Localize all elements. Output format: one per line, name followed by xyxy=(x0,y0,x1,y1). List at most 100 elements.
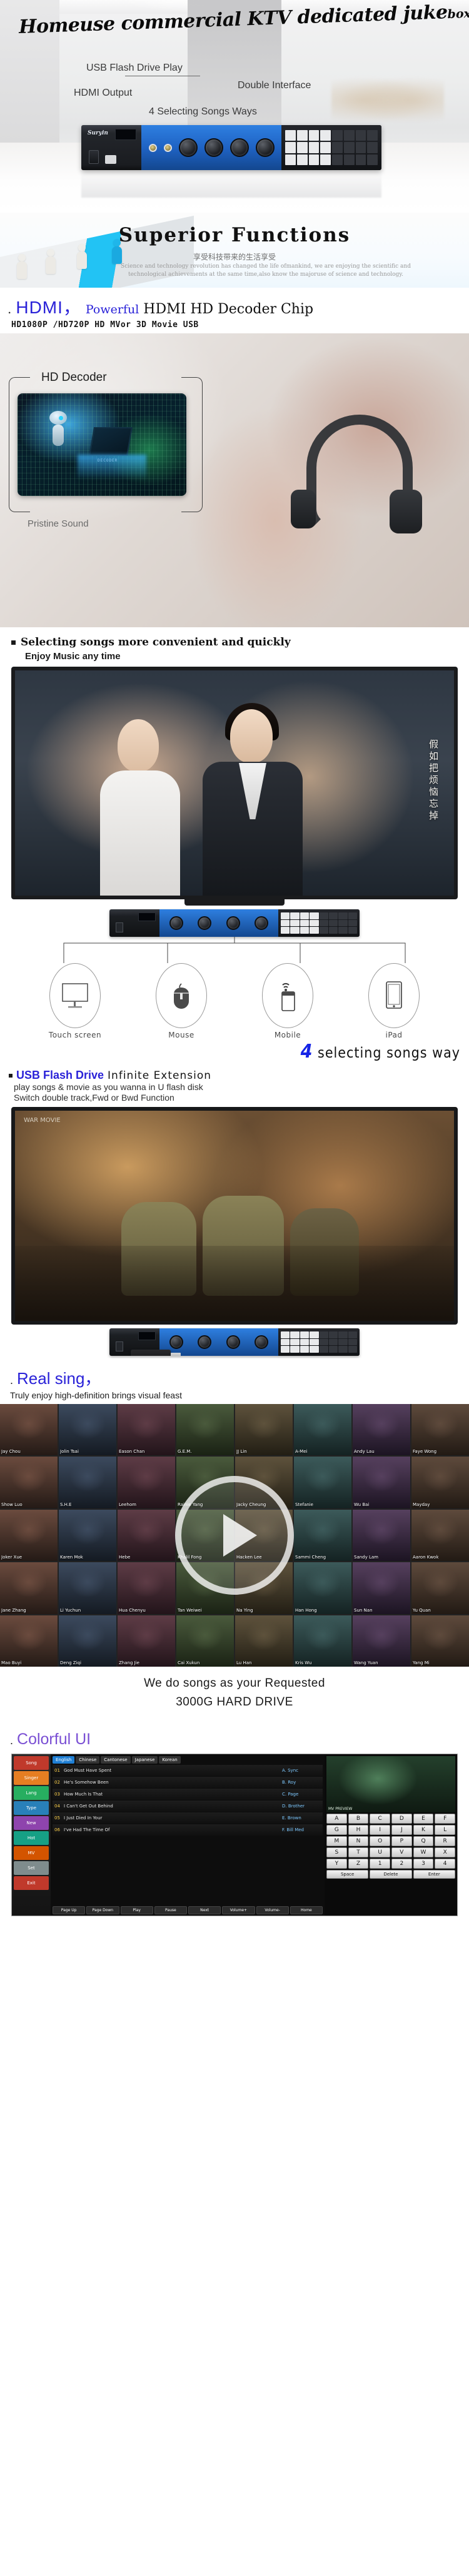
ui-keyboard-key[interactable]: 3 xyxy=(413,1859,434,1869)
ui-toolbar-button[interactable]: Play xyxy=(120,1906,153,1914)
ui-toolbar-button[interactable]: Home xyxy=(290,1906,323,1914)
ui-toolbar-button[interactable]: Pause xyxy=(154,1906,187,1914)
input-method-ipad: iPad xyxy=(350,963,438,1039)
feature-hdmi-output: HDMI Output xyxy=(74,88,133,98)
ui-keyboard-key[interactable]: X xyxy=(435,1847,455,1857)
tv-showcase-2: WAR MOVIE xyxy=(11,1107,458,1356)
ui-category-button[interactable]: Set xyxy=(14,1861,49,1875)
real-sing-bullet-dot: . xyxy=(10,1374,14,1386)
ui-category-button[interactable]: Type xyxy=(14,1801,49,1815)
ui-song-row[interactable]: 04 I Can't Get Out Behind D. Brother xyxy=(53,1801,323,1812)
celebrity-thumbnail: Stefanie xyxy=(294,1457,351,1508)
ui-song-list[interactable]: 01 God Must Have Spent A. Sync 02 He's Someh… xyxy=(53,1765,323,1914)
celebrity-thumbnail-grid: Jay Chou Jolin Tsai Eason Chan G.E.M. JJ Lin… xyxy=(0,1404,469,1667)
celebrity-thumbnail: Yang Mi xyxy=(411,1615,469,1667)
ui-keyboard-key[interactable]: D xyxy=(391,1814,412,1824)
ui-language-tab[interactable]: Korean xyxy=(159,1756,181,1764)
headphone-earcup-right xyxy=(390,490,422,533)
ui-song-row[interactable]: 05 I Just Died In Your E. Brown xyxy=(53,1812,323,1824)
ui-keyboard-key[interactable]: P xyxy=(391,1836,412,1846)
ui-toolbar-button[interactable]: Page Down xyxy=(86,1906,119,1914)
ui-keyboard-key[interactable]: Z xyxy=(348,1859,369,1869)
celebrity-name: Mayday xyxy=(413,1502,430,1507)
ui-song-row[interactable]: 06 I've Had The Time Of F. Bill Med xyxy=(53,1824,323,1836)
ui-toolbar-button[interactable]: Volume- xyxy=(256,1906,289,1914)
ui-keyboard-key[interactable]: G xyxy=(326,1825,347,1835)
ui-song-row[interactable]: 01 God Must Have Spent A. Sync xyxy=(53,1765,323,1776)
ui-category-sidebar[interactable]: Song Singer Lang Type New Hot MV Set Exit xyxy=(12,1754,51,1916)
ui-keyboard-key[interactable]: U xyxy=(370,1847,390,1857)
celebrity-thumbnail: Hua Chenyu xyxy=(118,1562,175,1614)
ui-keyboard-key[interactable]: R xyxy=(435,1836,455,1846)
ui-language-tabs[interactable]: English Chinese Cantonese Japanese Korean xyxy=(53,1756,323,1764)
ui-keyboard-key[interactable]: T xyxy=(348,1847,369,1857)
ui-keyboard-key-wide[interactable]: Space xyxy=(326,1870,369,1879)
enjoy-music-subtitle: Enjoy Music any time xyxy=(25,651,121,662)
ui-song-row[interactable]: 02 He's Somehow Been B. Roy xyxy=(53,1777,323,1788)
celebrity-name: Show Luo xyxy=(1,1502,23,1507)
ui-keyboard-key[interactable]: J xyxy=(391,1825,412,1835)
ui-song-row[interactable]: 03 How Much Is That C. Page xyxy=(53,1789,323,1800)
ui-video-preview[interactable]: MV PREVIEW xyxy=(326,1756,455,1812)
ui-category-button[interactable]: Lang xyxy=(14,1786,49,1800)
ui-language-tab[interactable]: English xyxy=(53,1756,75,1764)
ui-language-tab[interactable]: Cantonese xyxy=(101,1756,131,1764)
ui-category-button[interactable]: Song xyxy=(14,1756,49,1770)
ui-onscreen-keyboard[interactable]: A B C D E F G H I J K L M N O P Q R S T U V W X Y Z 1 2 3 4 Space Delet… xyxy=(326,1814,455,1914)
celebrity-name: JJ Lin xyxy=(236,1449,247,1455)
play-icon xyxy=(223,1514,257,1557)
ui-category-button[interactable]: Singer xyxy=(14,1771,49,1785)
ui-keyboard-key[interactable]: E xyxy=(413,1814,434,1824)
ui-keyboard-key[interactable]: 2 xyxy=(391,1859,412,1869)
ui-toolbar-button[interactable]: Next xyxy=(188,1906,221,1914)
ui-keyboard-key[interactable]: N xyxy=(348,1836,369,1846)
ui-keyboard-key[interactable]: V xyxy=(391,1847,412,1857)
play-button-overlay[interactable] xyxy=(175,1476,294,1595)
ui-keyboard-key-wide[interactable]: Delete xyxy=(370,1870,412,1879)
device-knob-1 xyxy=(178,138,198,157)
karaoke-ui-screenshot: Song Singer Lang Type New Hot MV Set Exit Englis… xyxy=(11,1754,458,1916)
device-image-small-2 xyxy=(109,1328,360,1356)
celebrity-name: Sandy Lam xyxy=(354,1555,378,1560)
ui-keyboard-key[interactable]: C xyxy=(370,1814,390,1824)
ui-keyboard-key[interactable]: H xyxy=(348,1825,369,1835)
ui-category-button[interactable]: New xyxy=(14,1816,49,1830)
ui-keyboard-key[interactable]: Q xyxy=(413,1836,434,1846)
celebrity-thumbnail: JJ Lin xyxy=(235,1404,293,1456)
celebrity-name: Joker Xue xyxy=(1,1555,23,1560)
ui-category-button[interactable]: Exit xyxy=(14,1876,49,1890)
ui-toolbar-button[interactable]: Volume+ xyxy=(222,1906,255,1914)
ui-bottom-toolbar[interactable]: Page Up Page Down Play Pause Next Volume+ Volu… xyxy=(51,1906,325,1914)
ui-keyboard-key-wide[interactable]: Enter xyxy=(413,1870,455,1879)
ui-keyboard-key[interactable]: 1 xyxy=(370,1859,390,1869)
ui-keyboard-key[interactable]: Y xyxy=(326,1859,347,1869)
ui-keyboard-key[interactable]: K xyxy=(413,1825,434,1835)
ui-keyboard-key[interactable]: S xyxy=(326,1847,347,1857)
feature-usb-flash-drive-play: USB Flash Drive Play xyxy=(86,63,200,76)
ui-toolbar-button[interactable]: Page Up xyxy=(53,1906,86,1914)
ui-category-button[interactable]: MV xyxy=(14,1846,49,1860)
headphone-earcup-left xyxy=(291,490,316,528)
ui-keyboard-key[interactable]: M xyxy=(326,1836,347,1846)
ui-video-caption: MV PREVIEW xyxy=(328,1807,353,1811)
celebrity-thumbnail: Hebe xyxy=(118,1509,175,1562)
ui-keyboard-key[interactable]: 4 xyxy=(435,1859,455,1869)
usb-section-headline: USB Flash Drive Infinite Extension xyxy=(0,1065,469,1082)
ui-category-button[interactable]: Hot xyxy=(14,1831,49,1845)
ui-keyboard-key[interactable]: L xyxy=(435,1825,455,1835)
feature-double-interface: Double Interface xyxy=(238,80,311,91)
device-small-controls-2 xyxy=(159,1328,278,1356)
device-control-panel xyxy=(141,125,281,170)
ui-keyboard-key[interactable]: B xyxy=(348,1814,369,1824)
celebrity-thumbnail: Wu Bai xyxy=(353,1457,410,1508)
ui-language-tab[interactable]: Japanese xyxy=(131,1756,158,1764)
ui-keyboard-key[interactable]: O xyxy=(370,1836,390,1846)
ui-language-tab[interactable]: Chinese xyxy=(76,1756,100,1764)
hero-banner: Homeuse commercial KTV dedicated jukebox… xyxy=(0,0,469,213)
ui-keyboard-key[interactable]: W xyxy=(413,1847,434,1857)
ui-keyboard-key[interactable]: I xyxy=(370,1825,390,1835)
mouse-icon xyxy=(174,983,189,1009)
ui-keyboard-key[interactable]: A xyxy=(326,1814,347,1824)
ui-keyboard-key[interactable]: F xyxy=(435,1814,455,1824)
celebrity-name: Lu Han xyxy=(236,1660,252,1665)
